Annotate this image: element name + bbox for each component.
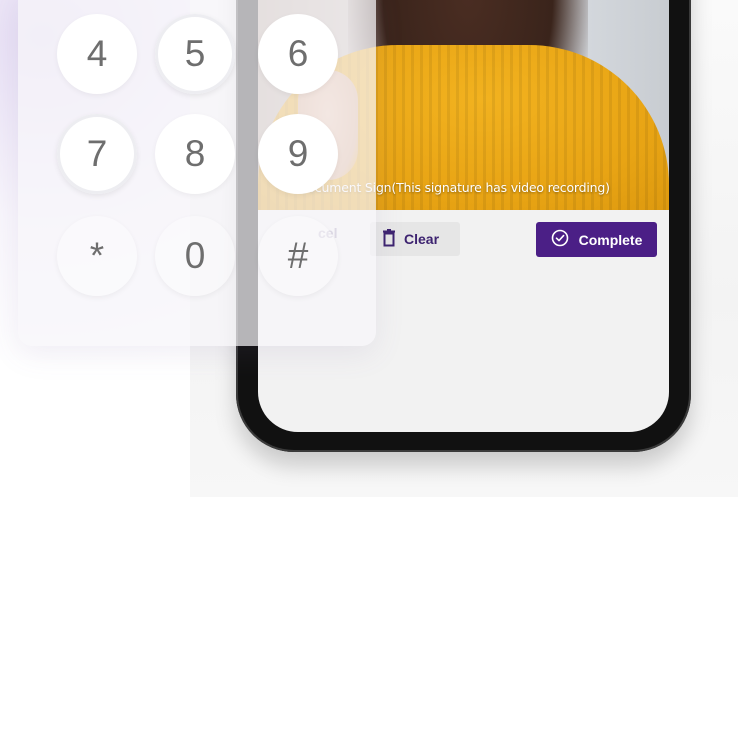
complete-button[interactable]: Complete bbox=[536, 222, 657, 257]
key-0[interactable]: 0 bbox=[155, 216, 235, 296]
key-4[interactable]: 4 bbox=[57, 14, 137, 94]
key-9[interactable]: 9 bbox=[258, 114, 338, 194]
clear-button[interactable]: Clear bbox=[370, 222, 460, 256]
key-8[interactable]: 8 bbox=[155, 114, 235, 194]
key-5[interactable]: 5 bbox=[155, 14, 235, 94]
key-star[interactable]: * bbox=[57, 216, 137, 296]
trash-icon bbox=[382, 228, 396, 250]
key-7[interactable]: 7 bbox=[57, 114, 137, 194]
dial-keypad: 4 5 6 7 8 9 * 0 # bbox=[18, 0, 376, 346]
complete-label: Complete bbox=[578, 231, 643, 248]
key-hash[interactable]: # bbox=[258, 216, 338, 296]
key-6[interactable]: 6 bbox=[258, 14, 338, 94]
check-circle-icon bbox=[551, 229, 569, 250]
clear-label: Clear bbox=[404, 231, 440, 247]
